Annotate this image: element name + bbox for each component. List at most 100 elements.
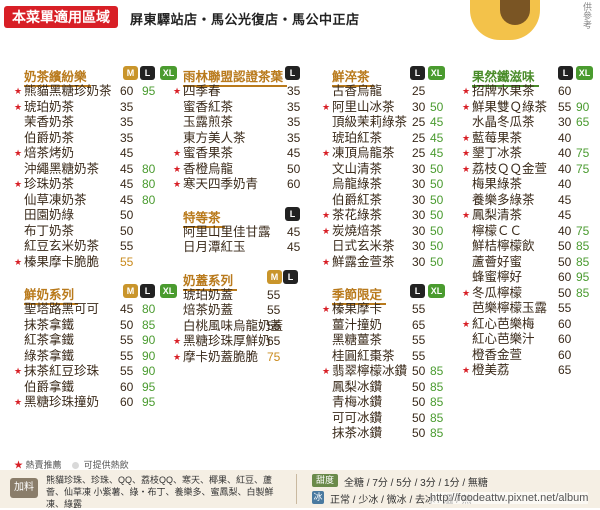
menu-item: 聖塔路黑可可 45 80: [24, 302, 174, 318]
item-price-large: 85: [430, 410, 444, 425]
menu-item: 抹茶拿鐵 50 85: [24, 318, 174, 334]
item-price: 60: [120, 395, 134, 409]
item-price: 45: [287, 224, 301, 239]
menu-item: ★ 鮮果雙Ｑ綠茶 55 90: [462, 100, 600, 116]
item-price-large: 80: [142, 302, 156, 316]
item-price: 40: [558, 177, 572, 191]
item-name: 玉露煎茶: [183, 115, 234, 129]
item-price: 35: [120, 99, 134, 114]
menu-item: ★ 招牌水果茶 60: [462, 84, 600, 100]
menu-item: 青梅冰鑽 50 85: [332, 395, 482, 411]
item-name: 鳳梨清茶: [472, 208, 523, 222]
size-l-badge: L: [283, 269, 298, 284]
item-price-large: 85: [576, 254, 590, 269]
item-name: 墾丁冰茶: [472, 146, 523, 160]
menu-item: ★ 摩卡奶蓋脆脆 75: [173, 349, 333, 366]
category-header: 季節限定 L XL: [332, 284, 482, 305]
item-name: 摩卡奶蓋脆脆: [183, 349, 259, 364]
item-price: 55: [120, 364, 134, 378]
menu-item: 沖繩黑糖奶茶 45 80: [24, 162, 174, 178]
item-price: 35: [120, 115, 134, 129]
item-name: 日月潭紅玉: [183, 240, 246, 254]
sweetness-tag: 甜度: [312, 474, 338, 487]
item-price-large: 50: [430, 254, 444, 269]
item-price-large: 45: [430, 130, 444, 145]
menu-item: 琥珀奶蓋 55: [183, 288, 333, 304]
item-name: 翡翠檸檬冰鑽: [332, 364, 408, 378]
item-price: 60: [120, 379, 134, 394]
item-price: 55: [412, 302, 426, 316]
category-header: 奶茶繽紛樂 M L XL: [24, 66, 177, 87]
recommend-star-icon: ★: [322, 366, 331, 376]
item-price-large: 75: [576, 223, 590, 238]
item-name: 伯爵拿鐵: [24, 379, 75, 394]
legend-hot-label: 可提供熱飲: [83, 460, 129, 470]
size-l-badge: L: [140, 66, 155, 80]
menu-item: 梅果綠茶 40: [472, 177, 600, 193]
menu-item: 仙草凍奶茶 45 80: [24, 193, 174, 209]
item-price: 45: [120, 146, 134, 160]
menu-item: ★ 藍莓果茶 40: [462, 130, 600, 147]
recommend-star-icon: ★: [14, 86, 23, 96]
recommend-star-icon: ★: [322, 256, 331, 267]
item-price: 55: [267, 318, 281, 333]
menu-item: 茉香奶茶 35: [24, 115, 174, 131]
item-name: 荔枝ＱＱ金萱: [472, 161, 548, 176]
item-price: 45: [120, 302, 134, 316]
item-price: 30: [412, 223, 426, 238]
item-price: 45: [120, 177, 134, 191]
item-price: 25: [412, 130, 426, 145]
menu-item: 芭樂檸檬玉露 55: [472, 301, 600, 317]
recommend-star-icon: ★: [14, 179, 23, 189]
recommend-star-icon: ★: [462, 148, 471, 158]
item-name: 桂圓紅棗茶: [332, 348, 395, 363]
menu-item: 檸檬ＣＣ 40 75: [472, 224, 600, 240]
item-name: 黑糖珍珠撞奶: [24, 395, 100, 409]
category-0-0: 奶茶繽紛樂 M L XL ★ 熊貓黑糖珍奶茶 60 95 ★ 琥珀奶茶 35 茉香奶茶 35 伯爵奶茶 35…: [14, 66, 177, 270]
item-price: 50: [558, 239, 572, 253]
item-name: 蘆薈好蜜: [472, 254, 523, 269]
item-price: 45: [558, 192, 572, 207]
item-name: 頂級茉莉綠茶: [332, 115, 408, 129]
recommend-star-icon: ★: [14, 366, 23, 376]
item-price-large: 95: [142, 395, 156, 409]
star-icon: ★: [14, 460, 24, 470]
menu-item: ★ 鳳梨清茶 45: [462, 208, 600, 224]
item-price-large: 65: [576, 115, 590, 129]
item-price-large: 45: [430, 146, 444, 160]
item-price: 35: [120, 130, 134, 145]
menu-item: 黑糖薑茶 55: [332, 333, 482, 349]
menu-item: 東方美人茶 35: [183, 131, 333, 147]
item-price: 40: [558, 161, 572, 176]
item-price-large: 85: [430, 379, 444, 394]
recommend-star-icon: ★: [322, 148, 331, 158]
menu-item: 養樂多綠茶 45: [472, 193, 600, 209]
addon-tag: 加料: [10, 478, 38, 498]
size-xl-badge: XL: [576, 66, 593, 80]
item-price: 50: [120, 223, 134, 238]
menu-item: 蘆薈好蜜 50 85: [472, 255, 600, 271]
watermark-url: http://foodeattw.pixnet.net/album: [430, 492, 589, 504]
recommend-star-icon: ★: [173, 86, 182, 96]
size-l-badge: L: [410, 66, 425, 80]
item-price: 40: [558, 130, 572, 145]
item-price: 75: [267, 349, 281, 364]
menu-item: 古香烏龍 25: [332, 84, 482, 100]
item-price-large: 90: [142, 364, 156, 378]
item-name: 文山清茶: [332, 161, 383, 176]
item-name: 琥珀奶蓋: [183, 287, 234, 302]
item-name: 琥珀紅茶: [332, 130, 383, 145]
menu-item: 布丁奶茶 50: [24, 224, 174, 240]
item-name: 水晶冬瓜茶: [472, 115, 535, 129]
item-price: 55: [412, 348, 426, 363]
divider: [296, 474, 297, 504]
item-price: 50: [412, 379, 426, 394]
item-price: 50: [287, 161, 301, 176]
item-name: 熊貓黑糖珍奶茶: [24, 84, 112, 98]
menu-item: 紅茶拿鐵 55 90: [24, 333, 174, 349]
item-name: 鳳梨冰鑽: [332, 379, 383, 394]
size-xl-badge: XL: [428, 284, 445, 298]
size-m-badge: M: [123, 66, 138, 80]
item-price: 45: [120, 161, 134, 176]
recommend-star-icon: ★: [462, 365, 471, 375]
